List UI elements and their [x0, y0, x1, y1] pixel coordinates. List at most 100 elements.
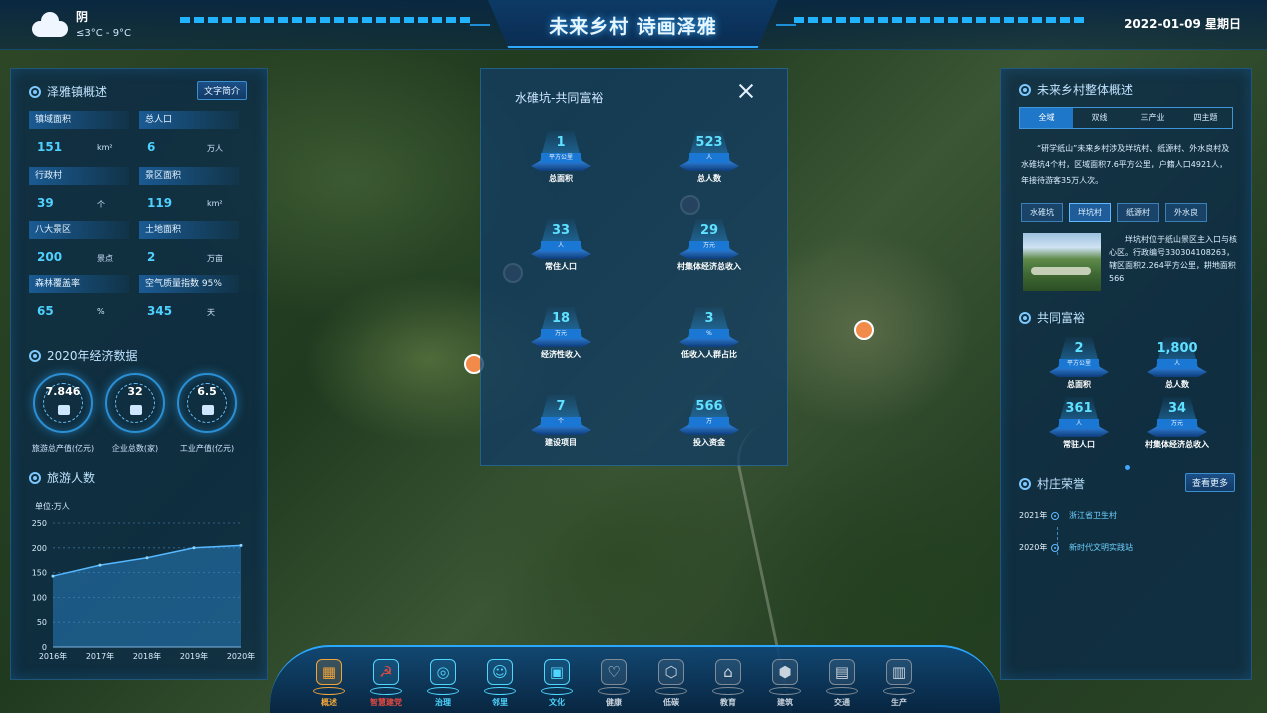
stat-unit: % [97, 307, 105, 316]
nav-base [541, 687, 573, 695]
metric-unit: 人 [689, 153, 729, 163]
metric-label: 村集体经济总收入 [677, 262, 741, 271]
x-tick-label: 2019年 [180, 651, 208, 661]
carousel-dot[interactable] [1125, 465, 1130, 470]
y-tick-label: 50 [37, 618, 47, 627]
nav-item-2[interactable]: ◎ 治理 [418, 655, 468, 713]
lowcarbon-icon: ⬡ [658, 659, 684, 685]
money-icon [58, 405, 70, 415]
timeline-dot-icon [1051, 543, 1059, 552]
village-chip[interactable]: 外水良 [1165, 203, 1207, 222]
nav-base [598, 687, 630, 695]
nav-item-4[interactable]: ▣ 文化 [532, 655, 582, 713]
section-title-text: 旅游人数 [47, 471, 96, 485]
honor-year: 2020年 [1019, 543, 1048, 552]
nav-item-8[interactable]: ⬢ 建筑 [760, 655, 810, 713]
honor-item[interactable]: 2021年 浙江省卫生村 [1019, 510, 1117, 521]
nav-item-5[interactable]: ♡ 健康 [589, 655, 639, 713]
nav-label: 健康 [606, 698, 622, 707]
stat-label: 八大景区 [29, 221, 129, 239]
location-pin-icon [1019, 477, 1031, 490]
production-icon: ▥ [886, 659, 912, 685]
metric-unit: 人 [1059, 419, 1099, 429]
metric-card[interactable]: 万元 29 村集体经济总收入 [659, 219, 759, 271]
metric-unit: 人 [541, 241, 581, 251]
metric-card[interactable]: 平方公里 1 总面积 [511, 131, 611, 183]
nav-item-10[interactable]: ▥ 生产 [874, 655, 924, 713]
nav-label: 概述 [321, 698, 337, 707]
stat-unit: 天 [207, 308, 215, 317]
metric-value: 33 [551, 223, 571, 238]
map-marker-icon[interactable] [854, 320, 874, 340]
stat-label: 森林覆盖率 [29, 275, 129, 293]
governance-icon: ◎ [430, 659, 456, 685]
y-tick-label: 100 [32, 593, 47, 602]
right-panel: 未来乡村整体概述 全域 双线 三产业 四主题 “研学纸山”未来乡村涉及垟坑村、纸源村、… [1000, 68, 1252, 680]
header-decoration [794, 17, 1084, 23]
metric-value: 1 [556, 135, 566, 150]
view-more-button[interactable]: 查看更多 [1185, 473, 1236, 492]
money-ring: 7.846 [33, 373, 93, 433]
close-icon[interactable] [739, 84, 753, 98]
stat-value: 151 [37, 140, 63, 154]
metric-label: 总面积 [549, 174, 573, 183]
header-line [776, 24, 796, 26]
honor-item[interactable]: 2020年 新时代文明实践站 [1019, 542, 1133, 553]
nav-item-3[interactable]: ☺ 邻里 [475, 655, 525, 713]
nav-item-9[interactable]: ▤ 交通 [817, 655, 867, 713]
metric-unit: % [689, 329, 729, 339]
left-panel: 泽雅镇概述 文字简介 镇域面积 151 km² 总人口 6 万人 行政村 39 个 景区面积 119… [10, 68, 268, 680]
weather-widget: 阴 ≤3°C - 9°C [32, 8, 131, 39]
tab-3[interactable]: 四主题 [1179, 108, 1232, 128]
village-chip[interactable]: 垟坑村 [1069, 203, 1111, 222]
village-chip[interactable]: 水碓坑 [1021, 203, 1063, 222]
date-display: 2022-01-09 星期日 [1124, 17, 1241, 31]
data-point [98, 563, 102, 567]
ring-value: 6.5 [197, 385, 217, 398]
title-banner: 未来乡村 诗画泽雅 [488, 0, 778, 48]
metric-value: 1,800 [1156, 341, 1198, 356]
stat-value: 6 [147, 140, 156, 154]
metric-card[interactable]: % 3 低收入人群占比 [659, 307, 759, 359]
tab-1[interactable]: 双线 [1073, 108, 1126, 128]
metric-card[interactable]: 人 1,800 总人数 [1127, 337, 1227, 389]
popup-title: 水碓坑-共同富裕 [515, 91, 604, 105]
text-intro-button[interactable]: 文字简介 [197, 81, 248, 100]
metric-card[interactable]: 人 33 常住人口 [511, 219, 611, 271]
stat-value: 200 [37, 250, 63, 264]
nav-item-1[interactable]: ☭ 智慧建党 [361, 655, 411, 713]
nav-item-6[interactable]: ⬡ 低碳 [646, 655, 696, 713]
nav-item-7[interactable]: ⌂ 教育 [703, 655, 753, 713]
stat-label: 空气质量指数 95% [139, 275, 239, 293]
metric-card[interactable]: 人 523 总人数 [659, 131, 759, 183]
factory-icon [202, 405, 214, 415]
education-icon: ⌂ [715, 659, 741, 685]
nav-label: 交通 [834, 698, 850, 707]
y-tick-label: 250 [32, 519, 47, 528]
location-pin-icon [29, 349, 41, 362]
section-title-economy: 2020年经济数据 [29, 347, 138, 364]
nav-base [712, 687, 744, 695]
nav-base [769, 687, 801, 695]
village-chip[interactable]: 纸源村 [1117, 203, 1159, 222]
metric-unit: 个 [541, 417, 581, 427]
stat-unit: km² [207, 199, 223, 208]
metric-value: 361 [1065, 401, 1093, 416]
village-thumbnail [1023, 233, 1101, 291]
nav-item-0[interactable]: ▦ 概述 [304, 655, 354, 713]
tab-2[interactable]: 三产业 [1126, 108, 1179, 128]
section-title-text: 泽雅镇概述 [47, 85, 108, 99]
nav-base [484, 687, 516, 695]
metric-card[interactable]: 个 7 建设项目 [511, 395, 611, 447]
weather-temp: ≤3°C - 9°C [76, 28, 132, 39]
metric-card[interactable]: 万元 34 村集体经济总收入 [1127, 397, 1227, 449]
stat-label: 总人口 [139, 111, 239, 129]
tab-0[interactable]: 全域 [1020, 108, 1073, 128]
village-popup: 水碓坑-共同富裕 平方公里 1 总面积 人 523 总人数 人 33 常住人口 … [480, 68, 788, 466]
metric-value: 18 [551, 311, 571, 326]
stat-value: 119 [147, 196, 173, 210]
honor-year: 2021年 [1019, 511, 1048, 520]
metric-label: 低收入人群占比 [681, 350, 737, 359]
metric-card[interactable]: 万 566 投入资金 [659, 395, 759, 447]
metric-card[interactable]: 万元 18 经济性收入 [511, 307, 611, 359]
